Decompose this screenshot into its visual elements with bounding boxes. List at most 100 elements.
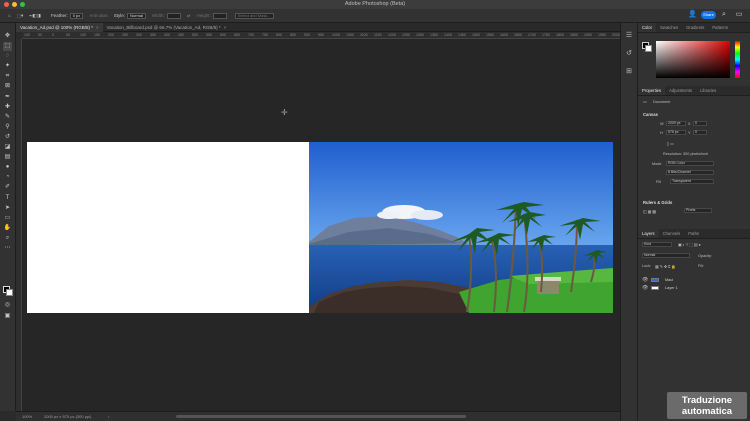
frame-tool-icon[interactable]: ⊠ xyxy=(3,82,12,91)
close-tab-icon[interactable]: × xyxy=(96,25,99,30)
ruler-tick-label: 1900 xyxy=(584,33,592,37)
visibility-eye-icon[interactable]: 👁 xyxy=(642,276,648,284)
search-icon[interactable]: ⌕ xyxy=(720,11,728,19)
swap-icon[interactable]: ⇄ xyxy=(187,13,191,19)
hand-tool-icon[interactable]: ✋ xyxy=(3,224,12,233)
bit-depth-select[interactable]: 8 Bits/Channel xyxy=(666,170,714,175)
path-selection-icon[interactable]: ➤ xyxy=(3,204,12,213)
anti-alias-checkbox[interactable]: Anti-alias xyxy=(89,13,108,18)
layer-filter-select[interactable]: Kind xyxy=(642,242,672,247)
photoshop-window: Adobe Photoshop (Beta) ⌂ ⬚▾ ▪▫◧◨ Feather… xyxy=(0,0,750,421)
rulers-grids-header[interactable]: Rulers & Grids xyxy=(643,200,672,205)
clone-stamp-icon[interactable]: ⚲ xyxy=(3,123,12,132)
tab-color[interactable]: Color xyxy=(638,23,657,32)
tab-gradients[interactable]: Gradients xyxy=(682,23,708,32)
layer-row[interactable]: 👁 Layer 1 xyxy=(638,284,750,292)
status-menu-icon[interactable]: › xyxy=(108,412,109,421)
object-selection-icon[interactable]: ✦ xyxy=(3,62,12,71)
y-field[interactable]: 0 xyxy=(693,130,707,135)
height-input[interactable] xyxy=(212,12,227,19)
blend-mode-select[interactable]: Normal xyxy=(642,253,690,258)
brush-tool-icon[interactable]: ✎ xyxy=(3,113,12,122)
quick-mask-icon[interactable]: ◎ xyxy=(3,301,12,310)
eyedropper-icon[interactable]: ✒ xyxy=(3,93,12,102)
tools-panel: ✥ ⬚ ◌ ✦ ⌗ ⊠ ✒ ✚ ✎ ⚲ ↺ ◪ ▤ ● ◔ ✐ T ➤ ▭ ✋ … xyxy=(0,23,16,411)
minimize-window-button[interactable] xyxy=(12,2,17,7)
screen-mode-icon[interactable]: ▣ xyxy=(3,312,12,321)
fill-select[interactable]: Transparent xyxy=(670,179,714,184)
workspace-icon[interactable]: ▭ xyxy=(735,11,743,19)
ruler-tick-label: 1050 xyxy=(346,33,354,37)
h-label: H xyxy=(660,131,663,135)
horizontal-scrollbar[interactable] xyxy=(176,415,466,418)
lock-icons[interactable]: ▦ ✎ ✥ ⌗ 🔒 xyxy=(655,264,676,269)
document-size[interactable]: 2000 px x 575 px (300 ppi) xyxy=(44,412,91,421)
filter-icons[interactable]: ▣ ◐ T ⬚ ▤ ● xyxy=(678,242,701,247)
rectangle-tool-icon[interactable]: ▭ xyxy=(3,214,12,223)
hue-slider[interactable] xyxy=(735,41,740,78)
feather-input[interactable]: 0 px xyxy=(69,12,84,19)
close-tab-icon[interactable]: × xyxy=(224,25,227,30)
tab-patterns[interactable]: Patterns xyxy=(708,23,732,32)
healing-brush-icon[interactable]: ✚ xyxy=(3,103,12,112)
tab-layers[interactable]: Layers xyxy=(638,229,659,238)
marquee-preset-icon[interactable]: ⬚▾ xyxy=(17,13,24,19)
maui-photo-layer[interactable] xyxy=(309,142,613,313)
tab-adjustments[interactable]: Adjustments xyxy=(665,86,696,95)
crop-tool-icon[interactable]: ⌗ xyxy=(3,72,12,81)
zoom-window-button[interactable] xyxy=(20,2,25,7)
canvas-area[interactable]: ✛ xyxy=(22,39,620,411)
tab-channels[interactable]: Channels xyxy=(659,229,685,238)
tab-libraries[interactable]: Libraries xyxy=(696,86,720,95)
learn-icon[interactable]: ☰ xyxy=(624,31,634,41)
lasso-tool-icon[interactable]: ◌ xyxy=(3,52,12,61)
gradient-tool-icon[interactable]: ▤ xyxy=(3,153,12,162)
status-bar: 100% 2000 px x 575 px (300 ppi) › xyxy=(16,411,620,421)
selection-mode-icons[interactable]: ▪▫◧◨ xyxy=(29,13,41,19)
tab-paths[interactable]: Paths xyxy=(684,229,703,238)
x-field[interactable]: 0 xyxy=(693,121,707,126)
ruler-tick-label: 1600 xyxy=(500,33,508,37)
canvas-header[interactable]: Canvas xyxy=(643,112,658,117)
horizontal-ruler[interactable]: 100 50 0 50 100 150 200 250 300 350 400 450 500 550 60… xyxy=(22,32,620,39)
ruler-tick-label: 1500 xyxy=(472,33,480,37)
type-tool-icon[interactable]: T xyxy=(3,194,12,203)
orientation-icons[interactable]: ▯ ▭ xyxy=(667,141,674,146)
background-color-swatch[interactable] xyxy=(6,289,13,296)
mode-select[interactable]: RGB Color xyxy=(666,161,714,166)
zoom-level[interactable]: 100% xyxy=(22,412,32,421)
height-field[interactable]: 575 px xyxy=(666,130,686,135)
visibility-eye-icon[interactable]: 👁 xyxy=(642,284,648,292)
blur-tool-icon[interactable]: ● xyxy=(3,163,12,172)
pen-tool-icon[interactable]: ✐ xyxy=(3,183,12,192)
tab-vacation-billboard[interactable]: Vacation_Billboard.psd @ 66.7% (Vacation… xyxy=(103,23,231,32)
history-icon[interactable]: ↺ xyxy=(624,49,634,59)
brush-settings-icon[interactable]: ⊞ xyxy=(624,67,634,77)
tab-properties[interactable]: Properties xyxy=(638,86,666,95)
home-icon[interactable]: ⌂ xyxy=(8,13,11,18)
document-canvas[interactable] xyxy=(27,142,613,313)
ruler-tick-label: 250 xyxy=(122,33,128,37)
select-and-mask-button[interactable]: Select and Mask... xyxy=(234,12,274,19)
dodge-tool-icon[interactable]: ◔ xyxy=(3,173,12,182)
move-tool-icon[interactable]: ✥ xyxy=(3,32,12,41)
width-input[interactable] xyxy=(166,12,181,19)
width-field[interactable]: 2000 px xyxy=(666,121,686,126)
ruler-tick-label: 1150 xyxy=(374,33,382,37)
ruler-tick-label: 100 xyxy=(24,33,30,37)
color-picker-field[interactable] xyxy=(656,41,730,78)
account-icon[interactable]: 👤 xyxy=(688,11,697,19)
history-brush-icon[interactable]: ↺ xyxy=(3,133,12,142)
units-select[interactable]: Pixels xyxy=(684,208,712,213)
eraser-tool-icon[interactable]: ◪ xyxy=(3,143,12,152)
tab-swatches[interactable]: Swatches xyxy=(656,23,682,32)
layer-row[interactable]: 👁 Maui xyxy=(638,276,750,284)
share-button[interactable]: Share xyxy=(701,11,716,19)
zoom-tool-icon[interactable]: ⌕ xyxy=(3,234,12,243)
rectangular-marquee-icon[interactable]: ⬚ xyxy=(3,42,12,52)
style-select[interactable]: Normal xyxy=(127,12,146,19)
close-window-button[interactable] xyxy=(4,2,9,7)
grid-icons[interactable]: ◰ ▦ ▩ xyxy=(643,209,656,214)
tab-vacation-ad[interactable]: Vacation_Ad.psd @ 100% (RGB/8) * × xyxy=(16,23,103,32)
more-tools-icon[interactable]: ⋯ xyxy=(3,244,12,253)
